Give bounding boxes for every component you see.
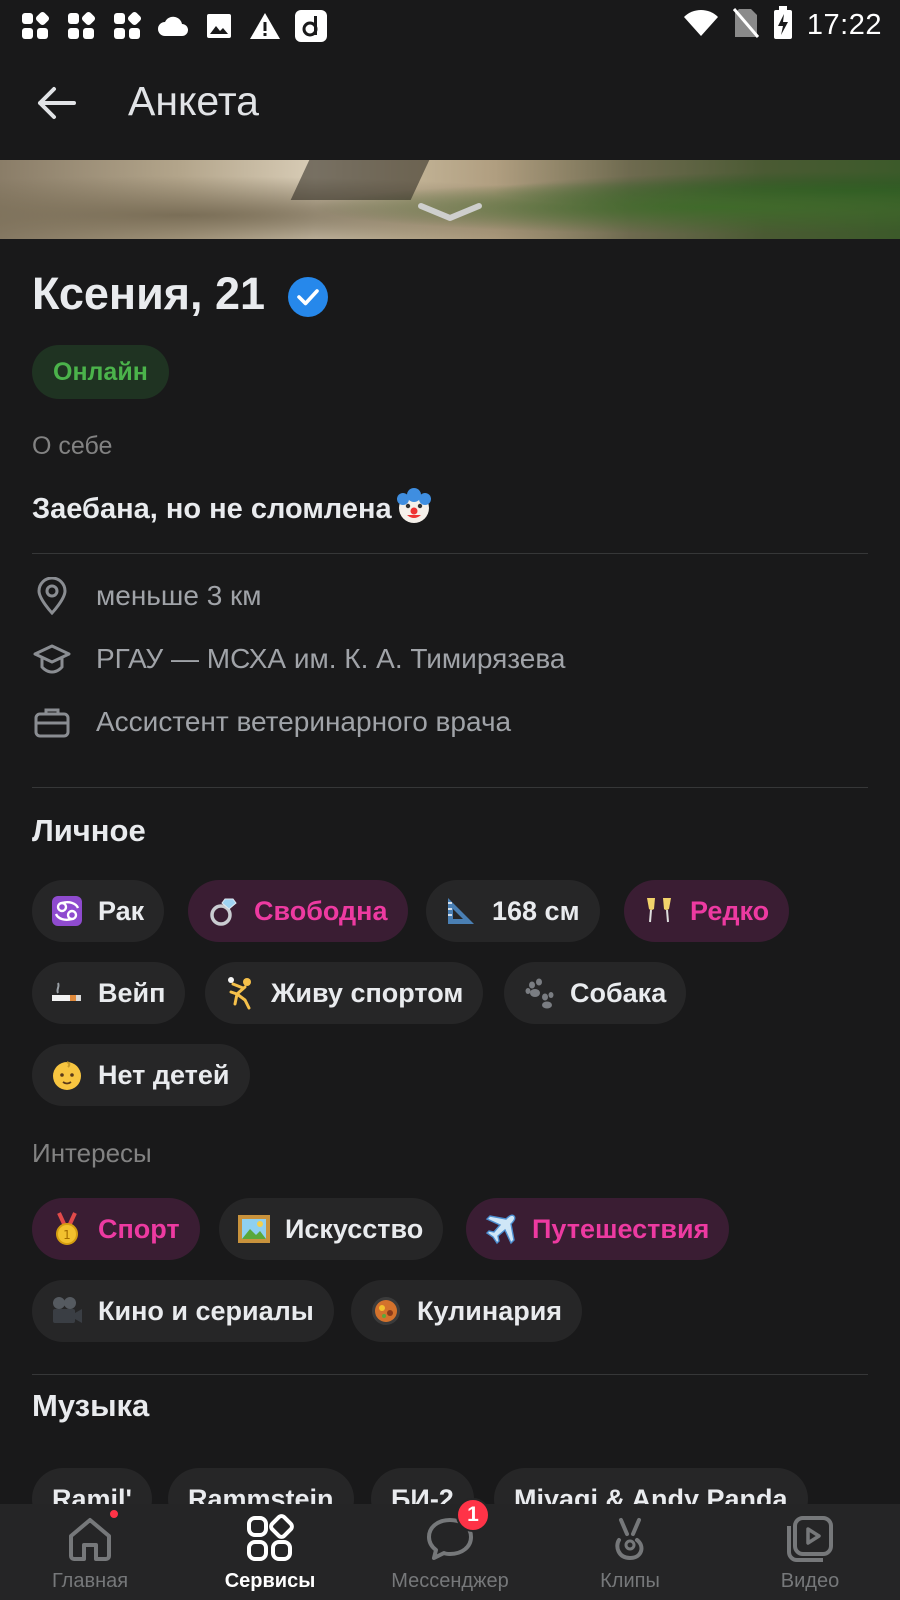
nav-clips[interactable]: Клипы [540, 1504, 720, 1600]
about-text-value: Заебана, но не сломлена [32, 492, 392, 525]
app-d-icon [294, 9, 328, 43]
paw-prints-icon [522, 976, 556, 1010]
chip-label: 168 см [492, 895, 580, 926]
chevron-down-icon[interactable] [415, 198, 485, 228]
clown-face-icon [394, 485, 434, 533]
unread-badge: 1 [456, 1498, 490, 1532]
chip-label: Живу спортом [271, 977, 464, 1008]
triangular-ruler-icon [444, 894, 478, 928]
baby-icon [50, 1058, 84, 1092]
photo-shadow [290, 160, 430, 200]
nav-label: Мессенджер [391, 1570, 509, 1592]
chip-label: Искусство [285, 1213, 424, 1244]
music-section-title: Музыка [32, 1388, 150, 1423]
cancer-zodiac-icon [50, 894, 84, 928]
distance-text: меньше 3 км [96, 580, 262, 611]
nav-label: Главная [51, 1570, 129, 1592]
chip-pets[interactable]: Собака [504, 962, 687, 1024]
info-row-education: РГАУ — МСХА им. К. А. Тимирязева [32, 639, 565, 679]
medal-icon: 1 [50, 1212, 84, 1246]
chip-label: Спорт [98, 1213, 180, 1244]
chip-label: Редко [690, 895, 770, 926]
chip-label: Нет детей [98, 1059, 230, 1090]
warning-icon [248, 9, 282, 43]
interests-label: Интересы [32, 1138, 152, 1168]
services-icon [243, 1512, 297, 1566]
bottom-navigation: Главная Сервисы 1 Мессенджер Клипы Видео [0, 1498, 900, 1600]
clips-icon [603, 1512, 657, 1566]
chip-height[interactable]: 168 см [426, 880, 600, 942]
nav-video[interactable]: Видео [720, 1504, 900, 1600]
arrow-left-icon [36, 86, 76, 125]
chip-interest-movies[interactable]: Кино и сериалы [32, 1280, 334, 1342]
ring-icon [206, 894, 240, 928]
divider [32, 1374, 868, 1375]
chip-interest-travel[interactable]: Путешествия [466, 1198, 730, 1260]
briefcase-icon [32, 702, 72, 742]
nav-services[interactable]: Сервисы [180, 1504, 360, 1600]
chip-drinking[interactable]: Редко [624, 880, 790, 942]
chip-label: Кулинария [417, 1295, 563, 1326]
chip-sport[interactable]: Живу спортом [205, 962, 484, 1024]
clock: 17:22 [806, 9, 882, 41]
education-text: РГАУ — МСХА им. К. А. Тимирязева [96, 643, 566, 674]
divider [32, 553, 868, 554]
chip-interest-cooking[interactable]: Кулинария [351, 1280, 583, 1342]
nav-label: Видео [780, 1570, 840, 1592]
chip-relationship[interactable]: Свободна [188, 880, 408, 942]
airplane-icon [484, 1212, 518, 1246]
image-icon [202, 9, 236, 43]
chip-label: Свободна [254, 895, 388, 926]
about-text: Заебана, но не сломлена [32, 485, 434, 533]
framed-picture-icon [237, 1212, 271, 1246]
divider [32, 787, 868, 788]
graduation-cap-icon [32, 639, 72, 679]
app-grid-icon [64, 9, 98, 43]
chip-interest-art[interactable]: Искусство [219, 1198, 444, 1260]
profile-name: Ксения, 21 [32, 268, 266, 319]
svg-text:1: 1 [63, 1228, 71, 1242]
verified-icon [287, 276, 329, 318]
info-row-distance: меньше 3 км [32, 576, 262, 616]
movie-camera-icon [50, 1294, 84, 1328]
chip-zodiac[interactable]: Рак [32, 880, 165, 942]
nav-label: Сервисы [224, 1570, 316, 1592]
chip-label: Кино и сериалы [98, 1295, 314, 1326]
clinking-glasses-icon [642, 894, 676, 928]
location-pin-icon [32, 576, 72, 616]
chip-interest-sport[interactable]: 1 Спорт [32, 1198, 200, 1260]
battery-charging-icon [773, 6, 793, 45]
system-icons: 17:22 [683, 6, 882, 45]
app-header: Анкета [0, 50, 900, 160]
chip-label: Рак [98, 895, 145, 926]
chip-label: Собака [570, 977, 667, 1008]
notification-dot [108, 1508, 120, 1520]
handball-player-icon [223, 976, 257, 1010]
back-button[interactable] [26, 78, 86, 132]
notification-icons [18, 9, 328, 43]
info-row-job: Ассистент ветеринарного врача [32, 702, 511, 742]
chip-children[interactable]: Нет детей [32, 1044, 250, 1106]
no-sim-icon [732, 7, 760, 44]
nav-label: Клипы [600, 1570, 660, 1592]
about-label: О себе [32, 432, 113, 460]
chip-smoking[interactable]: Вейп [32, 962, 186, 1024]
online-status-badge: Онлайн [32, 345, 169, 399]
app-grid-icon [110, 9, 144, 43]
nav-messenger[interactable]: 1 Мессенджер [360, 1498, 540, 1600]
job-text: Ассистент ветеринарного врача [96, 706, 512, 737]
video-icon [783, 1512, 837, 1566]
chip-label: Вейп [98, 977, 166, 1008]
cloud-icon [156, 9, 190, 43]
pan-food-icon [369, 1294, 403, 1328]
home-icon [63, 1512, 117, 1566]
cigarette-icon [50, 976, 84, 1010]
status-bar: 17:22 [0, 0, 900, 50]
page-title: Анкета [128, 78, 259, 124]
nav-home[interactable]: Главная [0, 1504, 180, 1600]
wifi-icon [683, 9, 719, 42]
chip-label: Путешествия [532, 1213, 710, 1244]
app-grid-icon [18, 9, 52, 43]
personal-section-title: Личное [32, 813, 146, 848]
